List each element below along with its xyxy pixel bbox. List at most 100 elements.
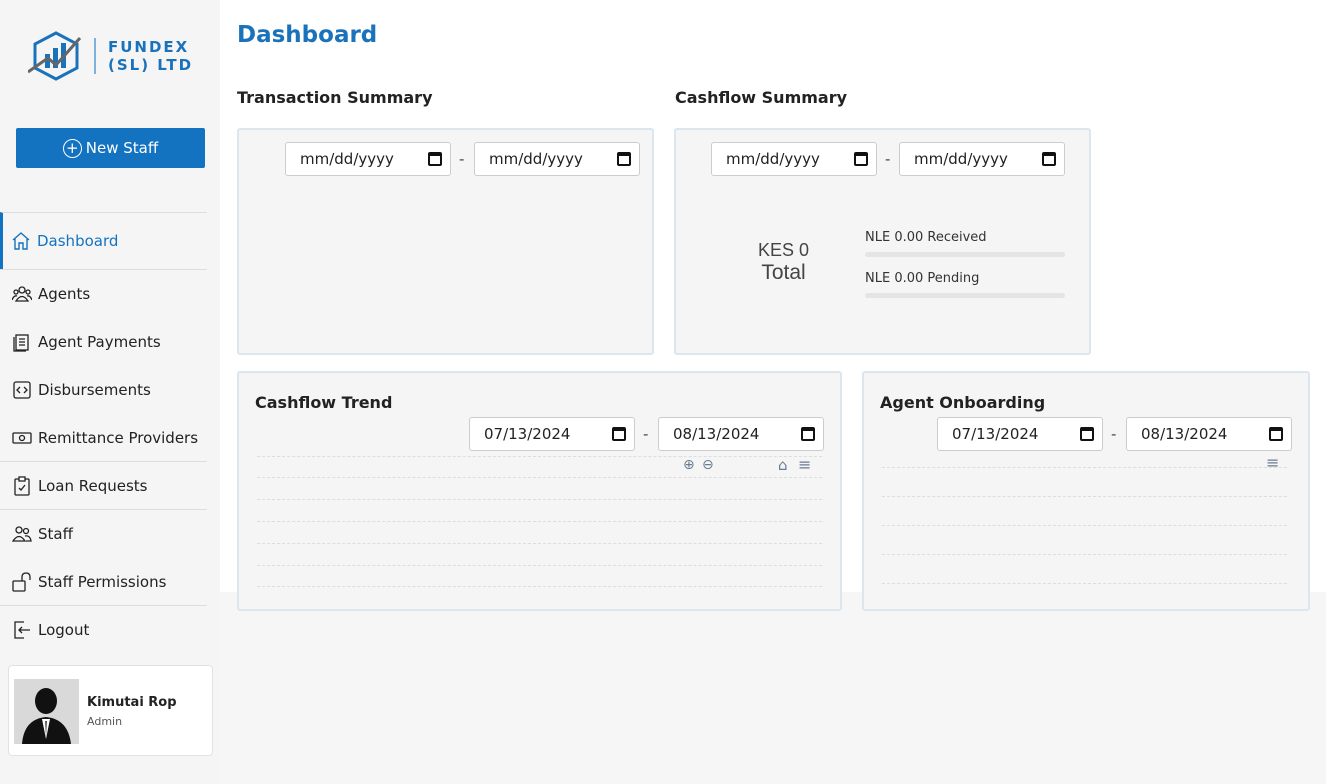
trend-from-date[interactable]: 07/13/2024 bbox=[469, 417, 635, 451]
sidebar-item-remittance-providers[interactable]: Remittance Providers bbox=[0, 413, 207, 461]
calendar-icon[interactable] bbox=[854, 152, 868, 166]
gridline bbox=[882, 583, 1287, 584]
received-label: NLE 0.00 Received bbox=[865, 230, 987, 245]
agent-onboarding-title: Agent Onboarding bbox=[880, 393, 1046, 412]
gridline bbox=[257, 499, 822, 500]
chart-menu-icon[interactable]: ≡ bbox=[798, 455, 811, 474]
sidebar-nav: Dashboard Agents Agent Payments Disburse… bbox=[0, 212, 207, 653]
brand-line-1: FUNDEX bbox=[108, 38, 190, 56]
date-value: 07/13/2024 bbox=[952, 425, 1039, 443]
new-staff-button[interactable]: + New Staff bbox=[16, 128, 205, 168]
main-content: Dashboard Transaction Summary Cashflow S… bbox=[220, 0, 1326, 611]
clipboard-check-icon bbox=[14, 475, 30, 496]
users-icon bbox=[12, 285, 32, 302]
date-separator: - bbox=[885, 150, 891, 168]
sidebar-item-dashboard[interactable]: Dashboard bbox=[0, 212, 207, 269]
received-progress-bar bbox=[865, 252, 1065, 257]
sidebar: FUNDEX (SL) LTD + New Staff Dashboard Agen… bbox=[0, 0, 220, 784]
home-icon bbox=[12, 232, 30, 250]
cashflow-summary-title: Cashflow Summary bbox=[675, 88, 848, 107]
date-value: mm/dd/yyyy bbox=[914, 150, 1008, 168]
transaction-from-date[interactable]: mm/dd/yyyy bbox=[285, 142, 451, 176]
cashflow-trend-title: Cashflow Trend bbox=[255, 393, 393, 412]
gridline bbox=[257, 586, 822, 587]
pending-progress-bar bbox=[865, 293, 1065, 298]
onboarding-to-date[interactable]: 08/13/2024 bbox=[1126, 417, 1292, 451]
sidebar-item-logout[interactable]: Logout bbox=[0, 605, 207, 653]
cash-icon bbox=[12, 431, 32, 444]
sidebar-item-staff[interactable]: Staff bbox=[0, 509, 207, 557]
receipt-icon bbox=[13, 333, 29, 352]
zoom-out-icon[interactable]: ⊖ bbox=[702, 457, 714, 473]
gridline bbox=[882, 496, 1287, 497]
reset-zoom-home-icon[interactable]: ⌂ bbox=[778, 456, 788, 474]
date-separator: - bbox=[1111, 425, 1117, 443]
sidebar-item-label: Remittance Providers bbox=[38, 428, 199, 447]
code-icon bbox=[13, 380, 31, 399]
date-value: 08/13/2024 bbox=[673, 425, 760, 443]
sidebar-item-staff-permissions[interactable]: Staff Permissions bbox=[0, 557, 207, 605]
calendar-icon[interactable] bbox=[617, 152, 631, 166]
gridline bbox=[882, 525, 1287, 526]
brand-line-2: (SL) LTD bbox=[108, 56, 194, 74]
date-value: 07/13/2024 bbox=[484, 425, 571, 443]
calendar-icon[interactable] bbox=[801, 427, 815, 441]
sidebar-item-disbursements[interactable]: Disbursements bbox=[0, 365, 207, 413]
date-value: 08/13/2024 bbox=[1141, 425, 1228, 443]
logout-icon bbox=[14, 620, 30, 639]
date-separator: - bbox=[459, 150, 465, 168]
company-logo: FUNDEX (SL) LTD bbox=[28, 30, 193, 82]
sidebar-item-label: Staff bbox=[38, 524, 73, 543]
chart-menu-icon[interactable]: ≡ bbox=[1266, 453, 1279, 472]
page-title: Dashboard bbox=[237, 22, 378, 48]
gridline bbox=[882, 554, 1287, 555]
date-value: mm/dd/yyyy bbox=[300, 150, 394, 168]
zoom-in-icon[interactable]: ⊕ bbox=[683, 457, 695, 473]
plus-circle-icon: + bbox=[62, 138, 82, 158]
cashflow-to-date[interactable]: mm/dd/yyyy bbox=[899, 142, 1065, 176]
onboarding-from-date[interactable]: 07/13/2024 bbox=[937, 417, 1103, 451]
cashflow-summary-card: mm/dd/yyyy - mm/dd/yyyy KES 0 Total NLE … bbox=[674, 128, 1091, 355]
gridline bbox=[882, 467, 1287, 468]
gridline bbox=[257, 565, 822, 566]
cashflow-trend-card: Cashflow Trend 07/13/2024 - 08/13/2024 ⊕… bbox=[237, 371, 842, 611]
trend-to-date[interactable]: 08/13/2024 bbox=[658, 417, 824, 451]
calendar-icon[interactable] bbox=[1080, 427, 1094, 441]
gridline bbox=[257, 477, 822, 478]
gridline bbox=[257, 521, 822, 522]
sidebar-item-label: Disbursements bbox=[38, 380, 151, 399]
transaction-summary-card: mm/dd/yyyy - mm/dd/yyyy bbox=[237, 128, 654, 355]
sidebar-item-label: Agents bbox=[38, 284, 91, 303]
people-icon bbox=[12, 525, 32, 542]
cashflow-from-date[interactable]: mm/dd/yyyy bbox=[711, 142, 877, 176]
unlock-icon bbox=[12, 571, 31, 592]
gridline bbox=[257, 543, 822, 544]
calendar-icon[interactable] bbox=[612, 427, 626, 441]
calendar-icon[interactable] bbox=[1042, 152, 1056, 166]
sidebar-item-label: Staff Permissions bbox=[38, 572, 167, 591]
avatar bbox=[14, 679, 79, 744]
total-amount: KES 0 bbox=[757, 240, 810, 260]
transaction-summary-title: Transaction Summary bbox=[237, 88, 433, 107]
sidebar-item-loan-requests[interactable]: Loan Requests bbox=[0, 461, 207, 509]
sidebar-item-label: Agent Payments bbox=[38, 332, 161, 351]
user-profile-card[interactable]: Kimutai Rop Admin bbox=[8, 665, 213, 756]
new-staff-label: New Staff bbox=[85, 139, 159, 157]
pending-label: NLE 0.00 Pending bbox=[865, 271, 980, 286]
agent-onboarding-card: Agent Onboarding 07/13/2024 - 08/13/2024… bbox=[862, 371, 1310, 611]
sidebar-item-agent-payments[interactable]: Agent Payments bbox=[0, 317, 207, 365]
date-value: mm/dd/yyyy bbox=[489, 150, 583, 168]
calendar-icon[interactable] bbox=[428, 152, 442, 166]
date-value: mm/dd/yyyy bbox=[726, 150, 820, 168]
user-name: Kimutai Rop bbox=[87, 695, 177, 710]
transaction-to-date[interactable]: mm/dd/yyyy bbox=[474, 142, 640, 176]
sidebar-item-label: Dashboard bbox=[37, 232, 119, 250]
user-role: Admin bbox=[87, 715, 123, 728]
sidebar-item-agents[interactable]: Agents bbox=[0, 269, 207, 317]
calendar-icon[interactable] bbox=[1269, 427, 1283, 441]
sidebar-item-label: Loan Requests bbox=[38, 476, 148, 495]
gridline bbox=[257, 456, 822, 457]
total-label: Total bbox=[761, 261, 806, 284]
sidebar-item-label: Logout bbox=[38, 620, 90, 639]
date-separator: - bbox=[643, 425, 649, 443]
